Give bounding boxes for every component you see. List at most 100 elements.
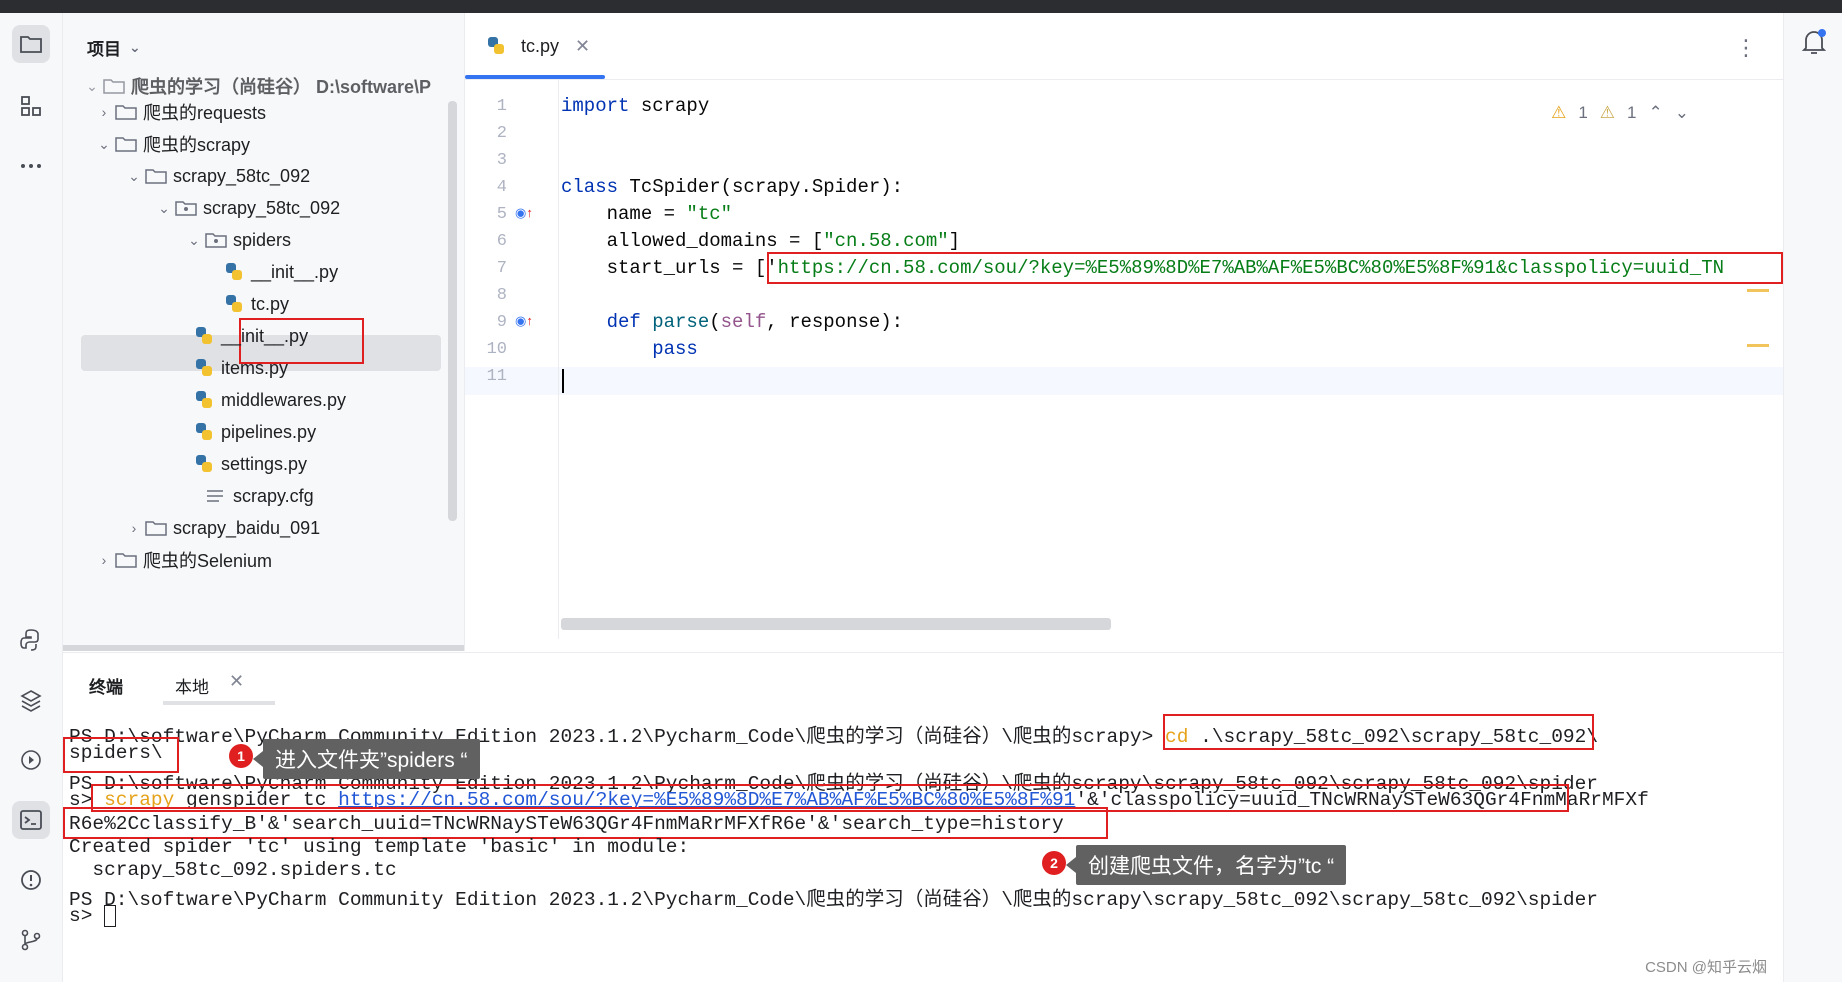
terminal-line[interactable]: PS D:\software\PyCharm Community Edition…	[69, 882, 1598, 911]
problems-button[interactable]	[12, 861, 50, 899]
tree-package-spiders[interactable]: ⌄ spiders	[183, 225, 291, 255]
code-line-6[interactable]: allowed_domains = ["cn.58.com"]	[561, 230, 960, 252]
python-console-button[interactable]	[12, 621, 50, 659]
code-line-1[interactable]: import scrapy	[561, 95, 709, 117]
warning-count: 1	[1578, 103, 1588, 122]
code-line-9[interactable]: def parse(self, response):	[561, 311, 904, 333]
terminal-tab-bar: 终端 本地 ✕	[63, 653, 1783, 705]
tree-file-scrapy-cfg[interactable]: scrapy.cfg	[205, 481, 314, 511]
chevron-down-icon: ⌄	[86, 77, 98, 94]
close-icon[interactable]: ✕	[575, 36, 590, 57]
project-horizontal-scrollbar[interactable]	[63, 645, 464, 651]
code-editor: tc.py ✕ ⋮ ⚠ 1 ⚠ 1 ⌃ ⌄ 1 2 3 4 5 6 7 8 9 10…	[465, 13, 1783, 651]
code-token: import	[561, 95, 630, 117]
folder-icon	[145, 168, 167, 184]
notifications-button[interactable]	[1800, 27, 1828, 62]
line-number: 3	[496, 151, 507, 170]
tree-folder-scrapy-baidu[interactable]: › scrapy_baidu_091	[123, 513, 320, 543]
code-token: allowed_domains = [	[561, 230, 824, 252]
tab-local[interactable]: 本地	[175, 673, 209, 698]
folder-icon	[115, 104, 137, 120]
terminal-icon	[20, 810, 42, 830]
code-line-5[interactable]: name = "tc"	[561, 203, 732, 225]
cd-command-highlight-box	[1163, 714, 1594, 750]
code-token: ]	[948, 230, 961, 252]
chevron-down-icon: ⌄	[98, 135, 110, 152]
packages-button[interactable]	[12, 681, 50, 719]
override-marker-icon[interactable]: ◉↑	[515, 205, 533, 221]
chevron-down-icon: ⌄	[128, 167, 140, 184]
left-tool-strip	[0, 13, 63, 982]
tab-label: tc.py	[521, 35, 560, 56]
project-tool-button[interactable]	[12, 25, 50, 63]
code-token: TcSpider(scrapy.Spider):	[618, 176, 904, 198]
weak-warning-icon: ⚠	[1599, 103, 1616, 122]
code-token: scrapy	[629, 95, 710, 117]
tree-label: __init__.py	[251, 261, 339, 282]
run-services-icon	[21, 750, 41, 770]
text-caret	[562, 369, 564, 393]
project-vertical-scrollbar[interactable]	[448, 101, 457, 521]
tree-file-init[interactable]: __init__.py	[193, 321, 308, 351]
tree-file-settings[interactable]: settings.py	[193, 449, 307, 479]
tree-label: spiders	[233, 229, 292, 250]
code-token: (	[709, 311, 721, 333]
chevron-down-icon[interactable]: ⌄	[1675, 103, 1689, 123]
terminal-line[interactable]: scrapy_58tc_092.spiders.tc	[69, 859, 396, 881]
editor-horizontal-scrollbar[interactable]	[561, 618, 1111, 630]
line-number: 5	[496, 205, 507, 224]
tree-folder-scrapy[interactable]: ⌄ 爬虫的scrapy	[93, 129, 250, 159]
tree-label: __init__.py	[221, 325, 309, 346]
code-token: start_urls = ['	[561, 257, 778, 279]
more-vertical-icon[interactable]: ⋮	[1735, 35, 1757, 61]
terminal-line[interactable]: s>	[69, 905, 117, 927]
tree-folder-requests[interactable]: › 爬虫的requests	[93, 97, 266, 127]
more-tools-button[interactable]	[12, 147, 50, 185]
active-tab-indicator	[163, 701, 275, 705]
line-number: 11	[486, 367, 507, 386]
tab-tc-py[interactable]: tc.py ✕	[485, 35, 590, 57]
project-panel-header[interactable]: 项目 ⌄	[87, 35, 141, 60]
config-file-icon	[205, 486, 225, 506]
code-line-10[interactable]: pass	[561, 338, 698, 360]
project-panel-title: 项目	[87, 40, 121, 59]
chevron-right-icon: ›	[101, 552, 107, 568]
warning-stripe-mark[interactable]	[1747, 344, 1769, 347]
override-marker-icon[interactable]: ◉↑	[515, 313, 533, 329]
code-token: name =	[561, 203, 687, 225]
close-icon[interactable]: ✕	[229, 671, 244, 692]
tree-label: pipelines.py	[221, 421, 317, 442]
code-token: parse	[640, 311, 710, 333]
project-panel: 项目 ⌄ ⌄ 爬虫的学习（尚硅谷） D:\software\P › 爬虫的req…	[63, 13, 465, 651]
tree-file-spiders-init[interactable]: __init__.py	[223, 257, 338, 287]
prompt-text: PS D:\software\PyCharm Community Edition…	[69, 726, 1166, 748]
tree-label: 爬虫的scrapy	[143, 135, 251, 155]
step-badge-1: 1	[229, 744, 253, 768]
warning-stripe-mark[interactable]	[1747, 289, 1769, 292]
tree-folder-selenium[interactable]: › 爬虫的Selenium	[93, 545, 272, 575]
tree-label: 爬虫的requests	[143, 103, 267, 123]
tree-label: settings.py	[221, 453, 308, 474]
terminal-line[interactable]: Created spider 'tc' using template 'basi…	[69, 836, 689, 858]
structure-tool-button[interactable]	[12, 87, 50, 125]
tree-file-middlewares[interactable]: middlewares.py	[193, 385, 346, 415]
line-number: 6	[496, 232, 507, 251]
tree-file-tc[interactable]: tc.py	[223, 289, 289, 319]
folder-icon	[103, 78, 125, 94]
tree-file-pipelines[interactable]: pipelines.py	[193, 417, 316, 447]
tree-label: 爬虫的Selenium	[143, 551, 273, 571]
tree-file-items[interactable]: items.py	[193, 353, 288, 383]
line-number: 9	[496, 313, 507, 332]
tree-package-scrapy-58tc[interactable]: ⌄ scrapy_58tc_092	[153, 193, 340, 223]
inspection-widget[interactable]: ⚠ 1 ⚠ 1 ⌃ ⌄	[1551, 103, 1689, 123]
terminal-tool-button[interactable]	[12, 801, 50, 839]
tree-folder-scrapy-58tc[interactable]: ⌄ scrapy_58tc_092	[123, 161, 310, 191]
chevron-up-icon[interactable]: ⌃	[1649, 103, 1663, 123]
package-folder-icon	[175, 200, 197, 216]
tree-label: scrapy_baidu_091	[173, 517, 321, 538]
terminal-panel: 终端 本地 ✕ PS D:\software\PyCharm Community…	[63, 652, 1783, 983]
tree-label: middlewares.py	[221, 389, 347, 410]
code-line-4[interactable]: class TcSpider(scrapy.Spider):	[561, 176, 903, 198]
git-button[interactable]	[12, 921, 50, 959]
services-button[interactable]	[12, 741, 50, 779]
